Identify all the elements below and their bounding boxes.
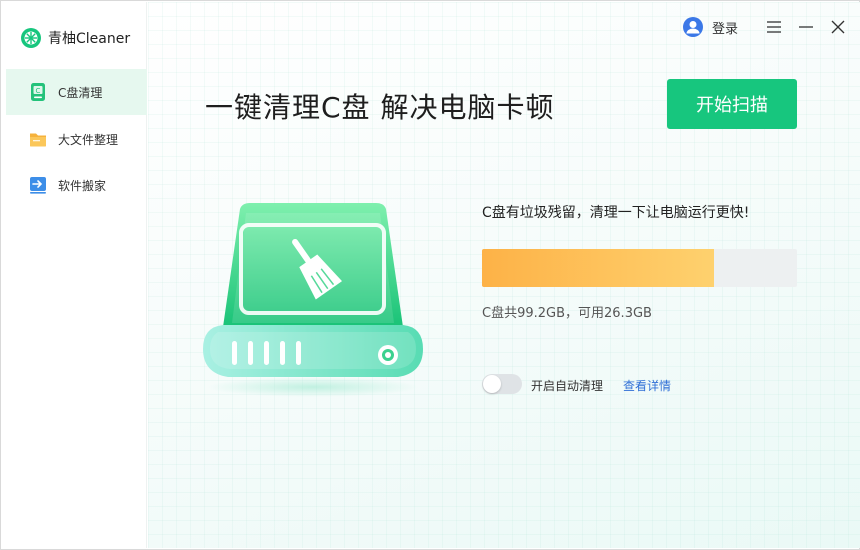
start-scan-button[interactable]: 开始扫描 xyxy=(667,79,797,129)
sidebar-item-label: 大文件整理 xyxy=(58,132,119,147)
auto-clean-toggle[interactable] xyxy=(482,374,522,394)
disk-usage-text: C盘共99.2GB，可用26.3GB xyxy=(482,306,652,321)
sidebar-item-label: 软件搬家 xyxy=(58,178,107,193)
app-name: 青柚Cleaner xyxy=(48,31,131,47)
disk-usage-fill xyxy=(482,249,714,287)
login-button[interactable]: 登录 xyxy=(682,16,738,38)
cleanup-status-text: C盘有垃圾残留，清理一下让电脑运行更快! xyxy=(482,205,750,221)
folder-icon xyxy=(30,133,46,147)
main-panel: 登录 一键清理C盘 解决电脑卡顿 开始扫描 C盘有垃圾残留，清理一下让电脑运行更… xyxy=(148,2,860,548)
drive-clean-icon: C xyxy=(31,83,45,101)
close-icon xyxy=(831,20,845,34)
minimize-button[interactable] xyxy=(790,14,822,40)
page-headline: 一键清理C盘 解决电脑卡顿 xyxy=(205,91,555,124)
sidebar: 青柚Cleaner C C盘清理 大文件整理 软件搬家 xyxy=(2,2,147,548)
auto-clean-label: 开启自动清理 xyxy=(531,379,604,393)
citrus-logo-icon xyxy=(21,28,41,48)
minimize-icon xyxy=(799,26,813,28)
sidebar-item-c-drive-clean[interactable]: C C盘清理 xyxy=(6,69,147,115)
user-avatar-icon xyxy=(682,17,703,37)
disk-usage-bar xyxy=(482,249,797,287)
view-details-link[interactable]: 查看详情 xyxy=(623,377,671,394)
sidebar-item-software-move[interactable]: 软件搬家 xyxy=(6,162,147,208)
login-label: 登录 xyxy=(711,21,738,37)
brand: 青柚Cleaner xyxy=(20,26,130,50)
sidebar-item-label: C盘清理 xyxy=(58,85,103,100)
hamburger-menu-icon xyxy=(767,21,781,33)
sidebar-item-large-files[interactable]: 大文件整理 xyxy=(6,116,147,162)
hard-drive-broom-illustration xyxy=(203,203,423,397)
app-window: 青柚Cleaner C C盘清理 大文件整理 软件搬家 登录 一键清理C盘 解决… xyxy=(0,0,860,550)
menu-button[interactable] xyxy=(758,14,790,40)
move-software-icon xyxy=(30,177,46,194)
title-bar-controls: 登录 xyxy=(682,14,860,40)
svg-text:C: C xyxy=(36,87,41,95)
close-button[interactable] xyxy=(822,14,854,40)
toggle-knob xyxy=(483,375,501,393)
